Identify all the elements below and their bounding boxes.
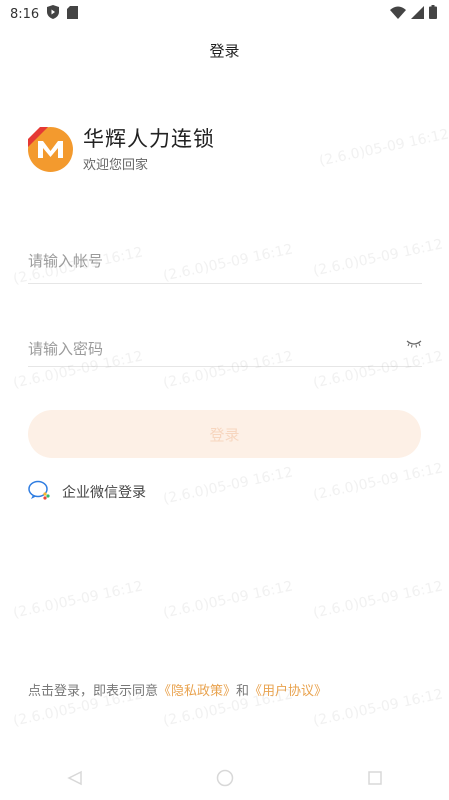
signal-icon [411, 5, 424, 23]
page-title: 登录 [209, 42, 240, 60]
user-agreement-link[interactable]: 《用户协议》 [249, 684, 327, 699]
agreement-and: 和 [236, 684, 250, 699]
password-field [28, 326, 422, 367]
agreement-text: 点击登录，即表示同意《隐私政策》和《用户协议》 [28, 680, 327, 699]
status-left: 8:16 [10, 5, 79, 23]
wework-login-label: 企业微信登录 [62, 485, 146, 501]
brand-text: 华辉人力连锁 欢迎您回家 [83, 126, 215, 173]
watermark: (2.6.0)05-09 16:12 [161, 578, 295, 622]
sd-card-icon [67, 5, 79, 23]
battery-icon [429, 5, 437, 23]
eye-closed-icon[interactable] [406, 334, 422, 353]
status-bar: 8:16 [0, 0, 449, 28]
privacy-policy-link[interactable]: 《隐私政策》 [158, 684, 236, 699]
wework-icon [28, 480, 50, 504]
agreement-prefix: 点击登录，即表示同意 [28, 684, 159, 699]
password-input[interactable] [28, 331, 368, 367]
home-icon[interactable] [216, 769, 234, 791]
watermark: (2.6.0)05-09 16:12 [311, 460, 445, 504]
account-input[interactable] [28, 243, 368, 279]
watermark: (2.6.0)05-09 16:12 [161, 464, 295, 508]
status-right [390, 5, 437, 23]
watermark: (2.6.0)05-09 16:12 [11, 578, 145, 622]
wework-login-button[interactable]: 企业微信登录 [28, 480, 146, 504]
recents-icon[interactable] [367, 770, 383, 790]
wifi-icon [390, 6, 406, 23]
watermark: (2.6.0)05-09 16:12 [311, 686, 445, 730]
brand-header: 华辉人力连锁 欢迎您回家 [28, 126, 215, 173]
account-field [28, 243, 422, 284]
status-time: 8:16 [10, 6, 40, 22]
app-logo [28, 127, 73, 172]
shield-icon [47, 5, 60, 23]
system-nav-bar [0, 760, 449, 800]
brand-name: 华辉人力连锁 [83, 127, 215, 151]
back-icon[interactable] [66, 770, 83, 790]
watermark: (2.6.0)05-09 16:12 [317, 126, 449, 170]
watermark: (2.6.0)05-09 16:12 [311, 578, 445, 622]
login-button[interactable]: 登录 [28, 410, 421, 458]
brand-subtitle: 欢迎您回家 [83, 158, 149, 173]
